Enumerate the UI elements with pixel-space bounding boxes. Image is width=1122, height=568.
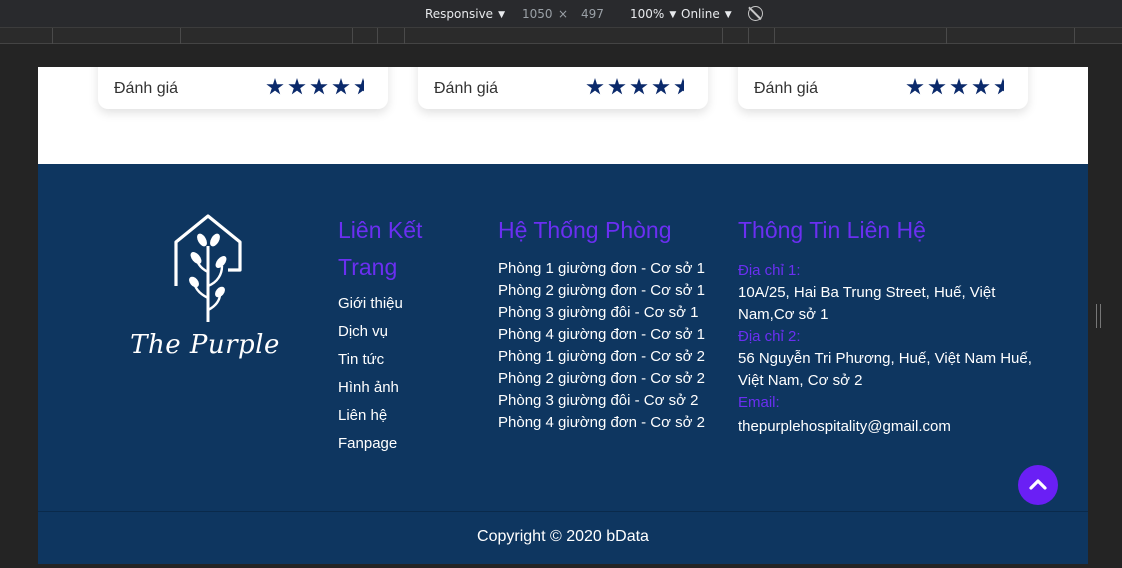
- chevron-down-icon: ▼: [669, 10, 677, 20]
- address1-line1: 10A/25, Hai Ba Trung Street, Huế, Việt: [738, 284, 996, 301]
- network-label: Online: [681, 7, 720, 21]
- links-title-line2: Trang: [338, 254, 398, 280]
- rating-label: Đánh giá: [114, 80, 179, 97]
- resize-handle[interactable]: [1096, 304, 1101, 328]
- room-link[interactable]: Phòng 2 giường đơn - Cơ sở 1: [498, 280, 705, 302]
- star-icon: [586, 78, 604, 95]
- house-tree-logo-icon: [174, 214, 242, 322]
- room-link[interactable]: Phòng 2 giường đơn - Cơ sở 2: [498, 368, 705, 390]
- address2-line2: Việt Nam, Cơ sở 2: [738, 372, 863, 389]
- times-sign: ×: [558, 7, 569, 21]
- room-card: Đánh giá: [98, 67, 388, 109]
- address1-line2: Nam,Cơ sở 1: [738, 306, 829, 323]
- rating-stars: [266, 78, 372, 96]
- footer: The Purple Liên Kết Trang Giới thiệu Dịc…: [38, 164, 1088, 511]
- email-value[interactable]: thepurplehospitality@gmail.com: [738, 416, 1038, 438]
- address2-label: Địa chỉ 2:: [738, 328, 801, 345]
- email-label: Email:: [738, 394, 780, 411]
- star-icon: [928, 78, 946, 95]
- rotate-icon[interactable]: [748, 6, 763, 21]
- star-icon: [266, 78, 284, 95]
- rating-label: Đánh giá: [434, 80, 499, 97]
- star-icon: [950, 78, 968, 95]
- room-link[interactable]: Phòng 1 giường đơn - Cơ sở 2: [498, 346, 705, 368]
- room-link[interactable]: Phòng 4 giường đơn - Cơ sở 1: [498, 324, 705, 346]
- page-viewport: Đánh giá Đánh giá Đánh giá The Purple Li…: [38, 67, 1088, 564]
- address2-line1: 56 Nguyễn Tri Phương, Huế, Việt Nam Huế,: [738, 350, 1032, 367]
- room-card: Đánh giá: [418, 67, 708, 109]
- copyright: Copyright © 2020 bData: [38, 511, 1088, 564]
- rating-stars: [906, 78, 1012, 96]
- room-link[interactable]: Phòng 4 giường đơn - Cơ sở 2: [498, 412, 705, 434]
- links-title-line1: Liên Kết: [338, 217, 423, 243]
- contact-title: Thông Tin Liên Hệ: [738, 217, 926, 243]
- link-about[interactable]: Giới thiệu: [338, 290, 403, 318]
- address1-label: Địa chỉ 1:: [738, 262, 801, 279]
- device-select[interactable]: Responsive ▼: [425, 7, 505, 21]
- room-link[interactable]: Phòng 1 giường đơn - Cơ sở 1: [498, 258, 705, 280]
- link-fanpage[interactable]: Fanpage: [338, 430, 403, 458]
- star-icon: [332, 78, 350, 95]
- links-title: Liên Kết Trang: [338, 212, 478, 286]
- room-link[interactable]: Phòng 3 giường đôi - Cơ sở 1: [498, 302, 705, 324]
- zoom-label: 100%: [630, 7, 665, 21]
- rooms-list: Phòng 1 giường đơn - Cơ sở 1 Phòng 2 giư…: [498, 258, 705, 434]
- star-icon: [972, 78, 990, 95]
- logo[interactable]: The Purple: [130, 212, 280, 372]
- chevron-up-icon: [1029, 479, 1047, 490]
- width-input[interactable]: 1050: [522, 7, 553, 21]
- links-list: Giới thiệu Dịch vụ Tin tức Hình ảnh Liên…: [338, 290, 403, 458]
- rating-stars: [586, 78, 692, 96]
- scroll-top-button[interactable]: [1018, 465, 1058, 505]
- half-star-icon: [674, 78, 692, 95]
- chevron-down-icon: ▼: [724, 10, 732, 20]
- contact-info: Địa chỉ 1: 10A/25, Hai Ba Trung Street, …: [738, 260, 1038, 438]
- network-select[interactable]: Online ▼: [681, 7, 732, 21]
- link-gallery[interactable]: Hình ảnh: [338, 374, 403, 402]
- media-query-ruler[interactable]: [0, 28, 1122, 44]
- device-label: Responsive: [425, 7, 494, 21]
- link-news[interactable]: Tin tức: [338, 346, 403, 374]
- star-icon: [608, 78, 626, 95]
- room-card: Đánh giá: [738, 67, 1028, 109]
- devtools-toolbar: Responsive ▼ 1050 × 497 100% ▼ Online ▼: [0, 0, 1122, 28]
- link-services[interactable]: Dịch vụ: [338, 318, 403, 346]
- star-icon: [652, 78, 670, 95]
- half-star-icon: [354, 78, 372, 95]
- room-link[interactable]: Phòng 3 giường đôi - Cơ sở 2: [498, 390, 705, 412]
- height-input[interactable]: 497: [581, 7, 604, 21]
- star-icon: [906, 78, 924, 95]
- logo-text: The Purple: [130, 330, 280, 360]
- star-icon: [310, 78, 328, 95]
- star-icon: [288, 78, 306, 95]
- zoom-select[interactable]: 100% ▼: [630, 7, 676, 21]
- chevron-down-icon: ▼: [498, 10, 505, 20]
- link-contact[interactable]: Liên hệ: [338, 402, 403, 430]
- star-icon: [630, 78, 648, 95]
- half-star-icon: [994, 78, 1012, 95]
- rooms-title: Hệ Thống Phòng: [498, 217, 672, 243]
- rating-label: Đánh giá: [754, 80, 819, 97]
